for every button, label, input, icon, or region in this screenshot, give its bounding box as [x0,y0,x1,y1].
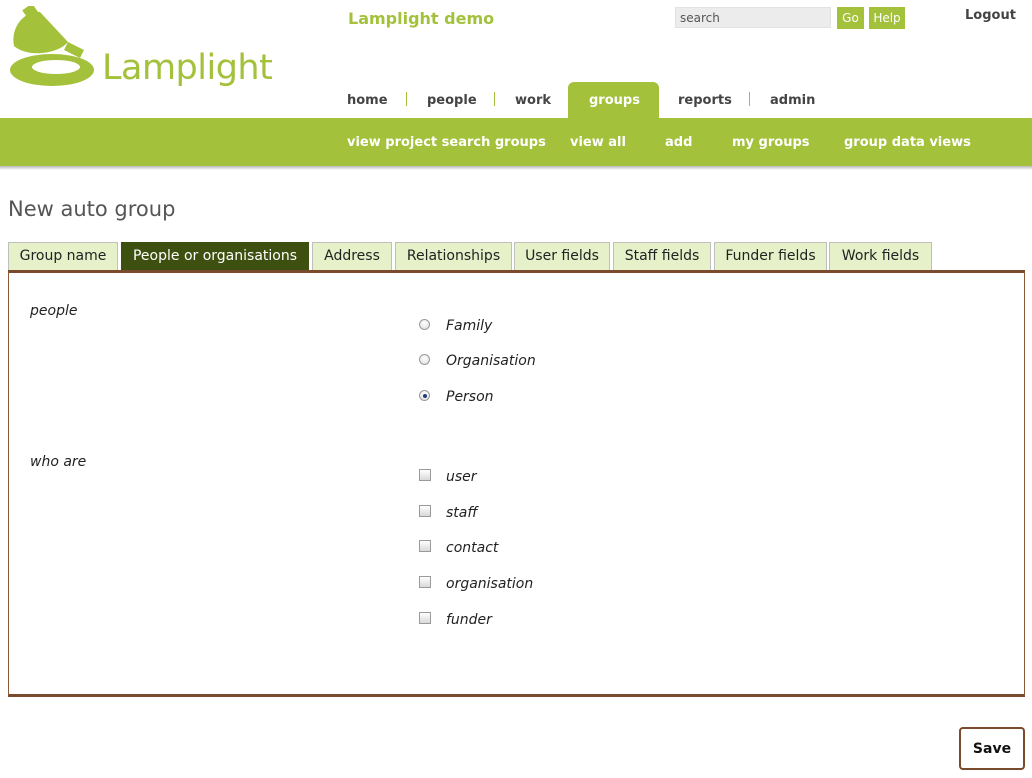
tab-group-name[interactable]: Group name [8,242,118,270]
tab-staff-fields[interactable]: Staff fields [613,242,711,270]
tab-funder-fields[interactable]: Funder fields [714,242,827,270]
tab-address[interactable]: Address [312,242,392,270]
nav-separator [406,92,407,106]
subnav-group-data-views[interactable]: group data views [844,135,971,150]
logout-link[interactable]: Logout [965,8,1016,23]
save-button[interactable]: Save [959,727,1025,770]
contact-checkbox[interactable] [419,540,431,552]
staff-checkbox[interactable] [419,505,431,517]
organisation-checkbox[interactable] [419,576,431,588]
nav-groups[interactable]: groups [589,93,640,108]
go-button[interactable]: Go [837,7,864,29]
tab-content-panel [8,270,1025,697]
nav-home[interactable]: home [347,93,388,108]
user-checkbox[interactable] [419,469,431,481]
person-radio[interactable] [419,390,430,401]
organisation-type-option-label[interactable]: organisation [446,576,533,592]
nav-work[interactable]: work [515,93,551,108]
tab-people-or-organisations[interactable]: People or organisations [121,242,309,270]
organisation-option-label[interactable]: Organisation [446,353,536,369]
organisation-radio[interactable] [419,354,430,365]
search-input[interactable] [675,7,831,28]
tab-relationships[interactable]: Relationships [395,242,512,270]
tab-work-fields[interactable]: Work fields [829,242,932,270]
subnav-view-all[interactable]: view all [570,135,626,150]
nav-admin[interactable]: admin [770,93,815,108]
tab-user-fields[interactable]: User fields [514,242,610,270]
people-label: people [30,303,78,319]
staff-option-label[interactable]: staff [446,505,477,521]
who-are-label: who are [30,454,87,470]
nav-people[interactable]: people [427,93,477,108]
user-option-label[interactable]: user [446,469,477,485]
subnav-add[interactable]: add [665,135,692,150]
subnav-view-project-search-groups[interactable]: view project search groups [347,135,546,150]
page-title: New auto group [8,197,176,221]
help-button[interactable]: Help [869,7,905,29]
site-title: Lamplight demo [348,9,495,28]
nav-separator [494,92,495,106]
family-option-label[interactable]: Family [446,318,492,334]
subnav-shadow [0,166,1032,170]
family-radio[interactable] [419,319,430,330]
nav-reports[interactable]: reports [678,93,732,108]
contact-option-label[interactable]: contact [446,540,498,556]
person-option-label[interactable]: Person [446,389,494,405]
funder-checkbox[interactable] [419,612,431,624]
subnav-my-groups[interactable]: my groups [732,135,810,150]
logo-text: Lamplight [102,48,273,88]
nav-separator [749,92,750,106]
funder-option-label[interactable]: funder [446,612,492,628]
